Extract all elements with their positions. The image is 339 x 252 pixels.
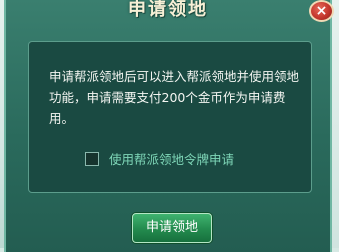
dialog-title-bar: 申请领地 xyxy=(6,0,330,24)
apply-territory-button[interactable]: 申请领地 xyxy=(132,213,212,243)
close-icon: × xyxy=(315,3,328,19)
description-text: 申请帮派领地后可以进入帮派领地并使用领地功能，申请需要支付200个金币作为申请费… xyxy=(49,69,300,126)
token-checkbox[interactable] xyxy=(85,151,99,166)
token-checkbox-label: 使用帮派领地令牌申请 xyxy=(109,152,235,167)
dialog-title: 申请领地 xyxy=(128,0,208,20)
token-option[interactable]: 使用帮派领地令牌申请 xyxy=(85,149,234,168)
content-panel: 申请帮派领地后可以进入帮派领地并使用领地功能，申请需要支付200个金币作为申请费… xyxy=(28,41,312,193)
close-button[interactable]: × xyxy=(309,0,334,22)
apply-territory-dialog: 申请领地 × 申请帮派领地后可以进入帮派领地并使用领地功能，申请需要支付200个… xyxy=(4,0,334,252)
background-right xyxy=(331,0,339,252)
